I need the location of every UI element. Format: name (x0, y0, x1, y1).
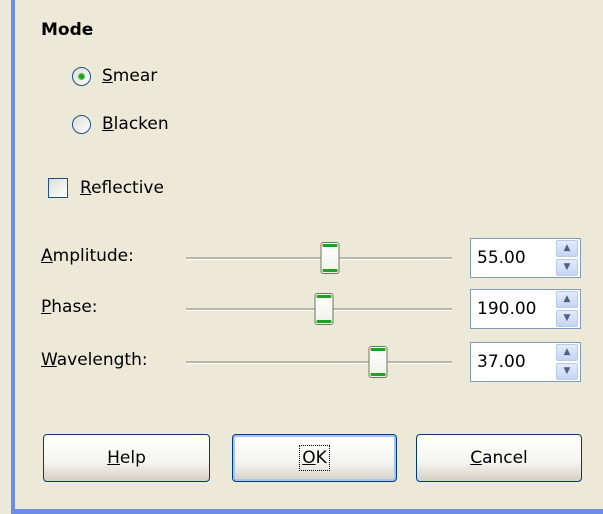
spin-up-arrow-icon[interactable]: ▲ (556, 291, 578, 308)
phase-slider-thumb[interactable] (314, 293, 334, 325)
amplitude-slider-track[interactable] (186, 257, 452, 260)
amplitude-spinbox[interactable]: ▲ ▼ (470, 238, 581, 278)
window-border-left (11, 0, 15, 514)
window-frame-left (0, 0, 11, 514)
reflective-label: Reflective (80, 178, 164, 198)
spin-down-arrow-icon[interactable]: ▼ (556, 259, 578, 276)
wavelength-label: Wavelength: (41, 350, 148, 370)
wavelength-slider-track[interactable] (186, 361, 452, 364)
help-button-label: Help (107, 448, 146, 468)
spin-down-arrow-icon[interactable]: ▼ (556, 363, 578, 380)
amplitude-value-input[interactable] (471, 239, 555, 277)
cancel-button-label: Cancel (470, 448, 528, 468)
reflective-checkbox[interactable] (48, 178, 68, 198)
wavelength-value-input[interactable] (471, 343, 555, 381)
spin-up-arrow-icon[interactable]: ▲ (556, 240, 578, 257)
phase-label: Phase: (41, 297, 98, 317)
slider-row-wavelength: Wavelength: ▲ ▼ (41, 342, 586, 382)
wavelength-spinbox[interactable]: ▲ ▼ (470, 342, 581, 382)
phase-value-input[interactable] (471, 290, 555, 328)
radio-label-smear: Smear (102, 66, 158, 86)
radio-smear[interactable]: Smear (72, 64, 157, 88)
spin-down-arrow-icon[interactable]: ▼ (556, 310, 578, 327)
help-button[interactable]: Help (43, 434, 210, 482)
amplitude-slider-thumb[interactable] (320, 242, 340, 274)
radio-label-blacken: Blacken (102, 114, 169, 134)
cancel-button[interactable]: Cancel (416, 434, 582, 482)
slider-row-phase: Phase: ▲ ▼ (41, 289, 586, 329)
reflective-checkbox-row[interactable]: Reflective (48, 176, 164, 200)
radio-indicator-blacken[interactable] (72, 114, 91, 134)
slider-row-amplitude: Amplitude: ▲ ▼ (41, 238, 586, 278)
radio-blacken[interactable]: Blacken (72, 112, 169, 136)
phase-spinbox[interactable]: ▲ ▼ (470, 289, 581, 329)
radio-indicator-smear[interactable] (72, 66, 91, 86)
ok-button[interactable]: OK (232, 434, 397, 482)
amplitude-label: Amplitude: (41, 246, 134, 266)
radio-selected-dot (78, 72, 85, 80)
ok-button-label: OK (299, 445, 330, 471)
spin-up-arrow-icon[interactable]: ▲ (556, 344, 578, 361)
wavelength-slider-thumb[interactable] (368, 346, 388, 378)
window-border-bottom (11, 509, 603, 514)
mode-section-title: Mode (41, 20, 94, 40)
